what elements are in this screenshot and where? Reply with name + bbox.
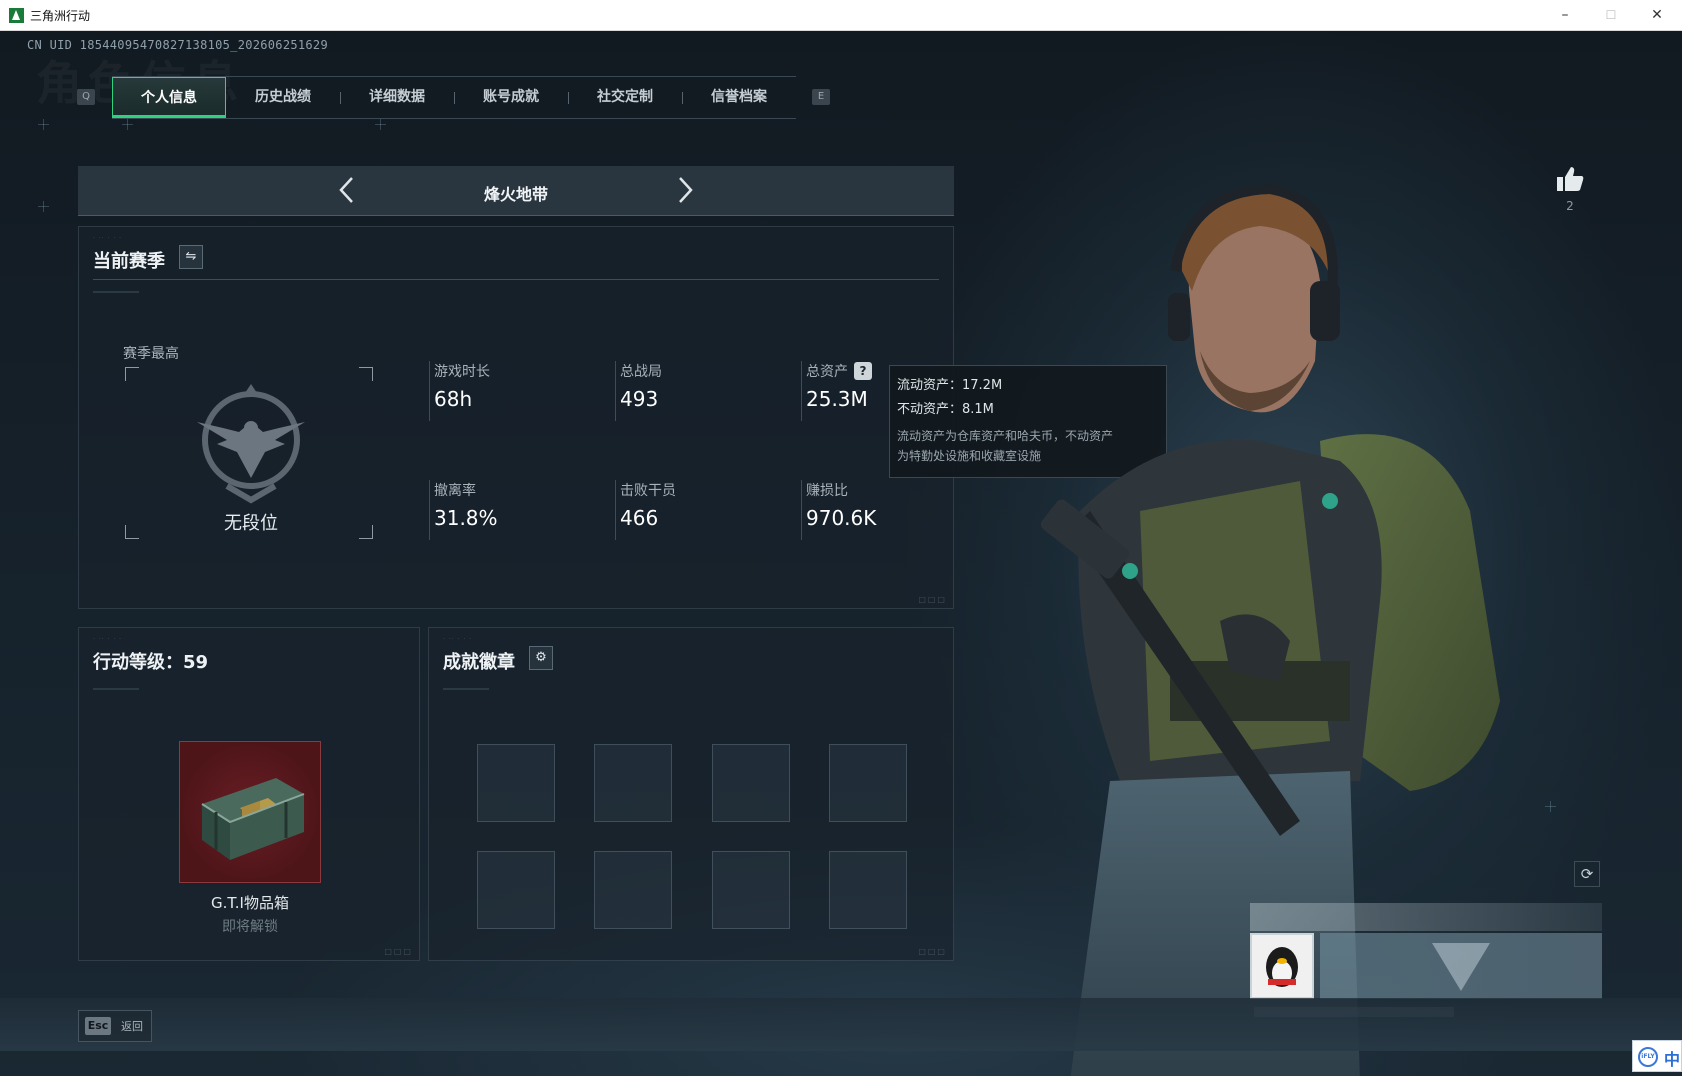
esc-key-hint: Esc [85, 1017, 111, 1035]
main-tabs: 个人信息 历史战绩 详细数据 账号成就 社交定制 信誉档案 [112, 76, 796, 119]
refresh-icon[interactable]: ⟳ [1574, 861, 1600, 887]
avatar [1250, 933, 1314, 999]
mode-label: 烽火地带 [483, 185, 548, 204]
ime-mode: 中 [1664, 1050, 1681, 1069]
level-panel: · ·· · · · 行动等级：59 G.T.I物品箱 即将解锁 □□□ [78, 627, 420, 961]
badge-slot[interactable] [829, 744, 907, 822]
like-count: 2 [1566, 199, 1574, 213]
chevron-right-icon [679, 177, 693, 203]
tab-next-key-hint: E [812, 89, 830, 105]
badges-settings-button[interactable]: ⚙ [529, 646, 553, 670]
reward-item[interactable] [179, 741, 321, 883]
tab-achievements[interactable]: 账号成就 [454, 77, 568, 118]
badge-slot[interactable] [712, 744, 790, 822]
gear-icon: ⚙ [535, 650, 547, 665]
badge-slot[interactable] [594, 851, 672, 929]
badge-slot[interactable] [477, 744, 555, 822]
badges-title: 成就徽章 [443, 652, 515, 673]
reward-name: G.T.I物品箱 [211, 894, 289, 912]
stat-profit-loss-ratio: 赚损比 970.6K [801, 480, 971, 540]
reward-status: 即将解锁 [222, 919, 278, 935]
eagle-emblem-icon [197, 384, 305, 504]
badge-slot[interactable] [594, 744, 672, 822]
app-logo-icon [9, 8, 24, 23]
deco-crosshair [122, 119, 133, 130]
minimize-button[interactable]: – [1542, 0, 1588, 30]
close-button[interactable]: ✕ [1634, 0, 1680, 30]
swap-icon: ⇋ [185, 249, 197, 264]
rank-shield-icon [1432, 943, 1490, 991]
player-uid: CN UID 18544095470827138105_202606251629 [27, 38, 328, 52]
season-panel-title: 当前赛季 [93, 251, 165, 272]
window-titlebar: 三角洲行动 – ☐ ✕ [0, 0, 1682, 31]
rank-label: 无段位 [224, 513, 278, 534]
penguin-avatar-icon [1266, 947, 1298, 987]
deco-crosshair [38, 119, 49, 130]
window-title: 三角洲行动 [30, 9, 91, 23]
season-panel: · ·· · · · 当前赛季 ⇋ 赛季最高 无段位 游戏时长 68h 总战局 … [78, 226, 954, 609]
deco-crosshair [38, 201, 49, 212]
season-best-label: 赛季最高 [123, 346, 179, 362]
ime-indicator[interactable]: iFLY 中 [1632, 1040, 1682, 1072]
tab-detailed-data[interactable]: 详细数据 [340, 77, 454, 118]
ifly-icon: iFLY [1638, 1047, 1658, 1067]
window-bottom-edge [0, 1076, 1682, 1082]
mode-selector: 烽火地带 [78, 166, 954, 216]
bottom-bar [0, 998, 1682, 1051]
back-button[interactable]: Esc 返回 [78, 1010, 152, 1042]
maximize-button[interactable]: ☐ [1588, 0, 1634, 30]
badge-slot[interactable] [712, 851, 790, 929]
deco-crosshair [375, 119, 386, 130]
level-title: 行动等级：59 [93, 652, 209, 673]
tab-social[interactable]: 社交定制 [568, 77, 682, 118]
season-switch-button[interactable]: ⇋ [179, 245, 203, 269]
badges-panel: · ·· · · · 成就徽章 ⚙ □□□ [428, 627, 954, 961]
help-icon[interactable]: ? [854, 362, 872, 380]
thumbs-up-icon[interactable] [1555, 164, 1585, 194]
badge-slot[interactable] [829, 851, 907, 929]
tab-prev-key-hint: Q [77, 89, 95, 105]
game-stage: 角色信息 CN UID 18544095470827138105_2026062… [0, 31, 1682, 1082]
crate-icon [201, 778, 305, 860]
tab-history[interactable]: 历史战绩 [226, 77, 340, 118]
stat-extraction-rate: 撤离率 31.8% [429, 480, 599, 540]
tab-personal-info[interactable]: 个人信息 [112, 77, 226, 118]
mode-next-button[interactable] [670, 175, 698, 205]
badge-slot[interactable] [477, 851, 555, 929]
back-label: 返回 [121, 1020, 143, 1033]
stat-operators-defeated: 击败干员 466 [615, 480, 785, 540]
stat-total-matches: 总战局 493 [615, 361, 785, 421]
tab-credit[interactable]: 信誉档案 [682, 77, 796, 118]
stat-play-time: 游戏时长 68h [429, 361, 599, 421]
